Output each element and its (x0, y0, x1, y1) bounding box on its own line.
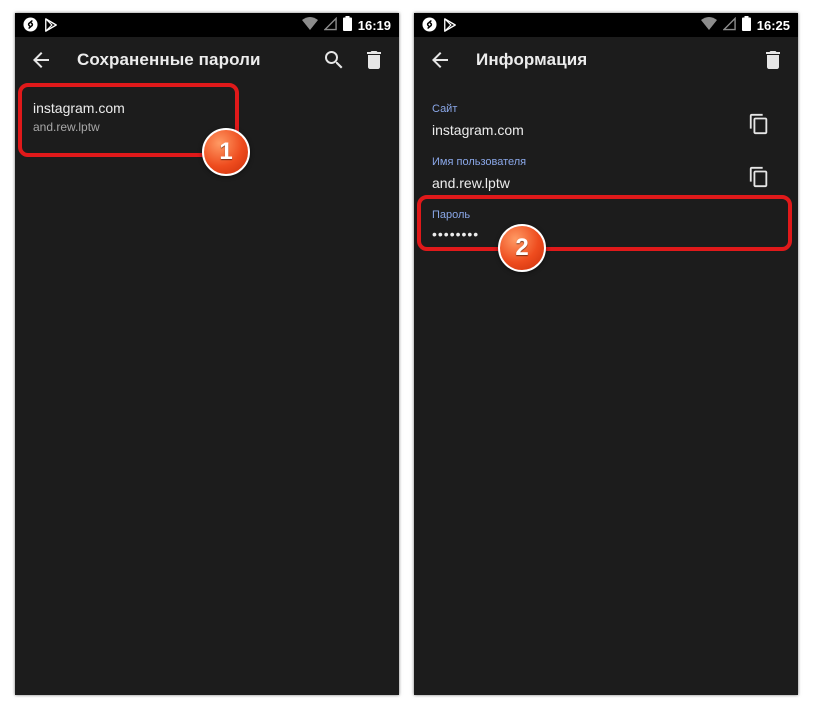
status-time: 16:19 (357, 18, 391, 33)
shazam-icon (23, 17, 38, 37)
cellular-icon (721, 16, 736, 36)
shazam-icon (422, 17, 437, 37)
password-value: •••••••• (432, 226, 480, 242)
cellular-icon (322, 16, 337, 36)
screen-saved-passwords: 16:19 Сохраненные пароли instagram.com a… (15, 13, 399, 695)
wifi-icon (301, 16, 318, 36)
page-title: Информация (476, 50, 588, 69)
status-bar: 16:25 (414, 13, 798, 37)
status-time: 16:25 (756, 18, 790, 33)
app-toolbar: Информация (414, 37, 798, 83)
site-label: Сайт (432, 103, 458, 115)
username-value: and.rew.lptw (432, 175, 510, 191)
item-site: instagram.com (33, 100, 125, 116)
battery-icon (342, 16, 352, 36)
play-store-icon (44, 17, 58, 37)
battery-icon (741, 16, 751, 36)
play-store-icon (443, 17, 457, 37)
copy-username-icon[interactable] (748, 165, 770, 189)
search-icon[interactable] (322, 48, 346, 72)
back-arrow-icon[interactable] (428, 48, 452, 72)
trash-icon[interactable] (761, 48, 785, 72)
status-bar: 16:19 (15, 13, 399, 37)
item-username: and.rew.lptw (33, 120, 100, 134)
step-badge-2: 2 (498, 224, 546, 272)
app-toolbar: Сохраненные пароли (15, 37, 399, 83)
site-value: instagram.com (432, 122, 524, 138)
password-label: Пароль (432, 209, 471, 221)
page-title: Сохраненные пароли (77, 50, 261, 69)
trash-icon[interactable] (362, 48, 386, 72)
step-badge-1: 1 (202, 128, 250, 176)
username-label: Имя пользователя (432, 156, 527, 168)
screen-password-info: 16:25 Информация Сайт instagram.com Имя … (414, 13, 798, 695)
copy-site-icon[interactable] (748, 112, 770, 136)
password-field[interactable]: Пароль •••••••• (414, 205, 798, 251)
wifi-icon (700, 16, 717, 36)
back-arrow-icon[interactable] (29, 48, 53, 72)
